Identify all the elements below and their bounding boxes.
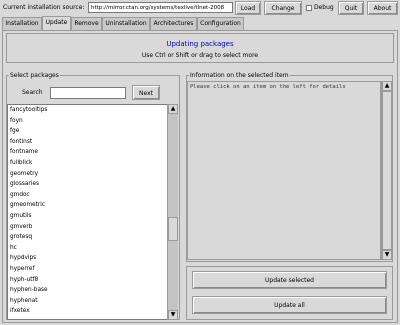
tab-remove[interactable]: Remove: [71, 17, 102, 30]
search-input[interactable]: [50, 87, 126, 99]
list-item[interactable]: glossaries: [8, 179, 167, 190]
source-url-field[interactable]: http://mirror.ctan.org/systems/texlive/t…: [88, 2, 233, 13]
list-item[interactable]: gmdoc: [8, 190, 167, 201]
page-title: Updating packages: [166, 40, 234, 48]
next-button[interactable]: Next: [132, 85, 160, 100]
update-all-button[interactable]: Update all: [192, 296, 387, 314]
source-label: Current installation source:: [3, 4, 85, 11]
list-item[interactable]: foyn: [8, 116, 167, 127]
debug-label: Debug: [314, 4, 334, 11]
change-button[interactable]: Change: [264, 1, 302, 15]
package-list-scrollbar[interactable]: ▲ ▼: [167, 104, 178, 320]
list-item[interactable]: jura: [8, 317, 167, 320]
select-packages-title: Select packages: [9, 72, 60, 79]
tab-architectures[interactable]: Architectures: [150, 17, 197, 30]
tab-update[interactable]: Update: [42, 16, 71, 30]
list-item[interactable]: gmverb: [8, 222, 167, 233]
about-button[interactable]: About: [367, 1, 398, 15]
list-item[interactable]: fancytooltips: [8, 105, 167, 116]
debug-checkbox[interactable]: [306, 5, 312, 11]
tab-configuration[interactable]: Configuration: [197, 17, 244, 30]
package-list[interactable]: fancytooltips foyn fge fontinst fontname…: [7, 104, 167, 320]
list-item[interactable]: hyperref: [8, 264, 167, 275]
list-item[interactable]: fge: [8, 126, 167, 137]
list-item[interactable]: geometry: [8, 169, 167, 180]
tab-uninstallation[interactable]: Uninstallation: [102, 17, 150, 30]
update-selected-button[interactable]: Update selected: [192, 271, 387, 289]
list-item[interactable]: grotesq: [8, 232, 167, 243]
list-item[interactable]: gmeometric: [8, 200, 167, 211]
list-item[interactable]: gmutils: [8, 211, 167, 222]
info-scrollbar-thumb[interactable]: [382, 91, 392, 250]
list-item[interactable]: fontinst: [8, 137, 167, 148]
list-item[interactable]: hyphenat: [8, 296, 167, 307]
list-item[interactable]: hypdvips: [8, 253, 167, 264]
list-item[interactable]: fullblick: [8, 158, 167, 169]
scrollbar-thumb[interactable]: [168, 217, 178, 241]
info-text: Please click on an item on the left for …: [190, 84, 346, 90]
page-subtitle: Use Ctrl or Shift or drag to select more: [141, 52, 259, 59]
info-scrollbar[interactable]: ▲ ▼: [381, 81, 392, 260]
list-item[interactable]: hc: [8, 243, 167, 254]
list-item[interactable]: ifxetex: [8, 306, 167, 317]
list-item[interactable]: fontname: [8, 147, 167, 158]
tab-installation[interactable]: Installation: [2, 17, 42, 30]
list-item[interactable]: hyphen-base: [8, 285, 167, 296]
quit-button[interactable]: Quit: [338, 1, 364, 15]
info-scroll-up-arrow-icon[interactable]: ▲: [382, 81, 392, 91]
info-group-title: Information on the selected item: [189, 72, 290, 79]
scroll-down-arrow-icon[interactable]: ▼: [168, 310, 178, 320]
list-item[interactable]: hyph-utf8: [8, 275, 167, 286]
scroll-up-arrow-icon[interactable]: ▲: [168, 104, 178, 114]
search-label: Search: [22, 89, 43, 96]
load-button[interactable]: Load: [235, 1, 261, 15]
info-text-area: Please click on an item on the left for …: [187, 81, 381, 260]
info-scroll-down-arrow-icon[interactable]: ▼: [382, 250, 392, 260]
